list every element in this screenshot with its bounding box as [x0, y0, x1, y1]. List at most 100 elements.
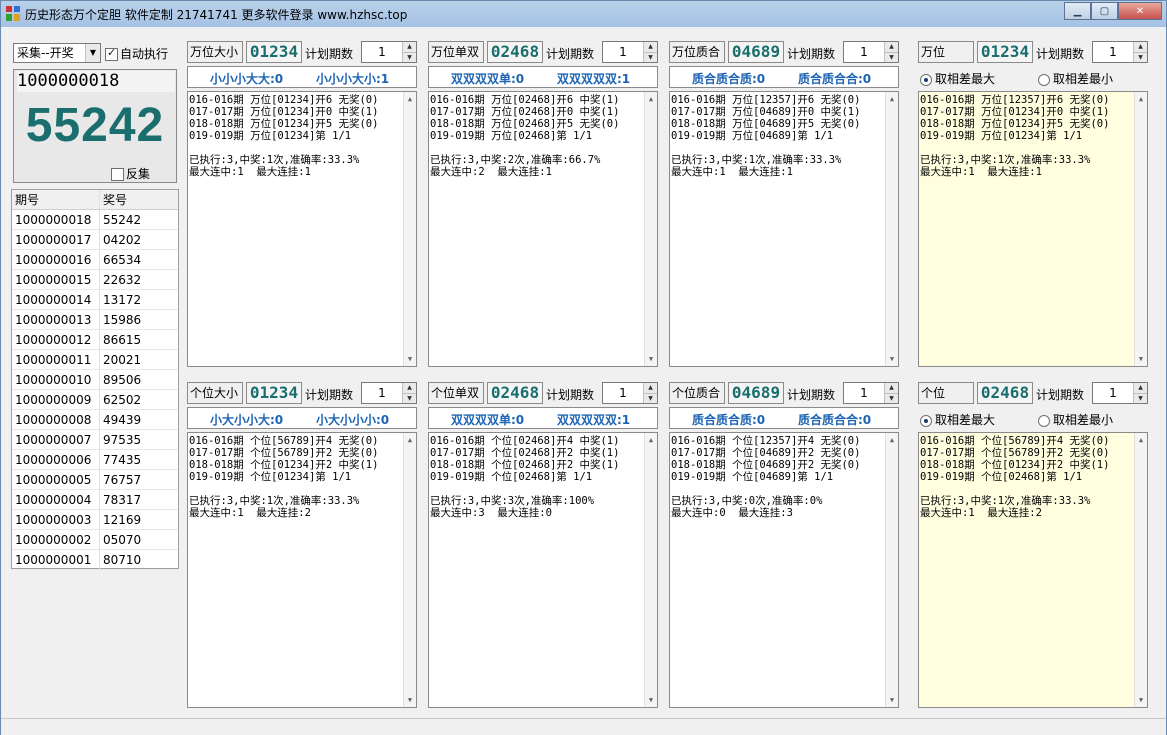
plan-spinner-value[interactable]: 1 — [362, 42, 402, 62]
table-row[interactable]: 1000000003 12169 — [12, 510, 178, 530]
table-row[interactable]: 1000000012 86615 — [12, 330, 178, 350]
spin-up-icon[interactable]: ▲ — [643, 383, 657, 393]
scroll-up-icon[interactable]: ▲ — [1135, 92, 1147, 106]
history-table[interactable]: 期号 奖号 1000000018 55242 1000000017 04202 1000… — [11, 189, 179, 570]
scrollbar[interactable]: ▲ ▼ — [403, 92, 416, 366]
scroll-up-icon[interactable]: ▲ — [404, 92, 416, 106]
spin-down-icon[interactable]: ▼ — [402, 393, 416, 403]
table-row[interactable]: 1000000014 13172 — [12, 290, 178, 310]
result-log[interactable]: 016-016期 个位[12357]开4 无奖(0) 017-017期 个位[04… — [669, 432, 899, 708]
radio-min-diff[interactable]: 取相差最小 — [1038, 411, 1113, 428]
plan-spinner-value[interactable]: 1 — [603, 383, 643, 403]
plan-spinner[interactable]: 1 ▲ ▼ — [1092, 382, 1148, 404]
scroll-up-icon[interactable]: ▲ — [886, 433, 898, 447]
scroll-down-icon[interactable]: ▼ — [1135, 352, 1147, 366]
scrollbar[interactable]: ▲ ▼ — [1134, 433, 1147, 707]
reverse-checkbox[interactable]: 反集 — [111, 165, 150, 182]
table-row[interactable]: 1000000009 62502 — [12, 390, 178, 410]
scroll-up-icon[interactable]: ▲ — [404, 433, 416, 447]
plan-spinner-value[interactable]: 1 — [1093, 42, 1133, 62]
result-log[interactable]: 016-016期 万位[12357]开6 无奖(0) 017-017期 万位[01… — [918, 91, 1148, 367]
spin-down-icon[interactable]: ▼ — [1133, 52, 1147, 62]
scrollbar[interactable]: ▲ ▼ — [885, 433, 898, 707]
plan-spinner[interactable]: 1 ▲ ▼ — [843, 41, 899, 63]
scroll-up-icon[interactable]: ▲ — [886, 92, 898, 106]
radio-icon[interactable] — [1038, 73, 1050, 86]
radio-icon[interactable] — [920, 73, 932, 86]
radio-icon[interactable] — [1038, 414, 1050, 427]
table-row[interactable]: 1000000001 80710 — [12, 550, 178, 570]
close-button[interactable]: ✕ — [1118, 2, 1162, 20]
plan-spinner-value[interactable]: 1 — [362, 383, 402, 403]
maximize-button[interactable]: ▢ — [1091, 2, 1118, 20]
spin-down-icon[interactable]: ▼ — [643, 393, 657, 403]
radio-icon[interactable] — [920, 414, 932, 427]
chevron-down-icon[interactable]: ▼ — [85, 44, 100, 62]
scrollbar[interactable]: ▲ ▼ — [644, 92, 657, 366]
radio-max-diff[interactable]: 取相差最大 — [920, 411, 995, 428]
scroll-down-icon[interactable]: ▼ — [645, 693, 657, 707]
plan-spinner[interactable]: 1 ▲ ▼ — [602, 382, 658, 404]
scroll-down-icon[interactable]: ▼ — [886, 352, 898, 366]
table-row[interactable]: 1000000005 76757 — [12, 470, 178, 490]
plan-spinner-value[interactable]: 1 — [603, 42, 643, 62]
scroll-down-icon[interactable]: ▼ — [404, 693, 416, 707]
plan-spinner-value[interactable]: 1 — [844, 42, 884, 62]
scroll-down-icon[interactable]: ▼ — [886, 693, 898, 707]
plan-spinner[interactable]: 1 ▲ ▼ — [361, 382, 417, 404]
spin-up-icon[interactable]: ▲ — [1133, 383, 1147, 393]
table-row[interactable]: 1000000017 04202 — [12, 230, 178, 250]
spin-down-icon[interactable]: ▼ — [884, 52, 898, 62]
spin-down-icon[interactable]: ▼ — [643, 52, 657, 62]
spin-up-icon[interactable]: ▲ — [884, 383, 898, 393]
scroll-down-icon[interactable]: ▼ — [1135, 693, 1147, 707]
result-log[interactable]: 016-016期 万位[01234]开6 无奖(0) 017-017期 万位[01… — [187, 91, 417, 367]
scrollbar[interactable]: ▲ ▼ — [403, 433, 416, 707]
checkbox-icon[interactable] — [111, 168, 124, 181]
spin-up-icon[interactable]: ▲ — [1133, 42, 1147, 52]
minimize-button[interactable]: ▁ — [1064, 2, 1091, 20]
spin-up-icon[interactable]: ▲ — [884, 42, 898, 52]
radio-max-diff[interactable]: 取相差最大 — [920, 70, 995, 87]
auto-exec-checkbox[interactable]: 自动执行 — [105, 45, 168, 62]
table-row[interactable]: 1000000002 05070 — [12, 530, 178, 550]
plan-spinner[interactable]: 1 ▲ ▼ — [1092, 41, 1148, 63]
result-log[interactable]: 016-016期 万位[02468]开6 中奖(1) 017-017期 万位[02… — [428, 91, 658, 367]
plan-spinner[interactable]: 1 ▲ ▼ — [843, 382, 899, 404]
checkbox-icon[interactable] — [105, 46, 118, 61]
scroll-up-icon[interactable]: ▲ — [1135, 433, 1147, 447]
column-header-number[interactable]: 奖号 — [100, 190, 160, 209]
table-row[interactable]: 1000000006 77435 — [12, 450, 178, 470]
scroll-up-icon[interactable]: ▲ — [645, 92, 657, 106]
result-log[interactable]: 016-016期 个位[56789]开4 无奖(0) 017-017期 个位[56… — [918, 432, 1148, 708]
table-row[interactable]: 1000000016 66534 — [12, 250, 178, 270]
plan-spinner[interactable]: 1 ▲ ▼ — [602, 41, 658, 63]
table-row[interactable]: 1000000004 78317 — [12, 490, 178, 510]
spin-up-icon[interactable]: ▲ — [402, 383, 416, 393]
plan-spinner-value[interactable]: 1 — [844, 383, 884, 403]
title-bar[interactable]: 历史形态万个定胆 软件定制 21741741 更多软件登录 www.hzhsc.… — [1, 1, 1166, 27]
table-row[interactable]: 1000000008 49439 — [12, 410, 178, 430]
column-header-issue[interactable]: 期号 — [12, 190, 100, 209]
spin-up-icon[interactable]: ▲ — [643, 42, 657, 52]
table-row[interactable]: 1000000007 97535 — [12, 430, 178, 450]
table-row[interactable]: 1000000010 89506 — [12, 370, 178, 390]
table-row[interactable]: 1000000013 15986 — [12, 310, 178, 330]
scrollbar[interactable]: ▲ ▼ — [1134, 92, 1147, 366]
result-log[interactable]: 016-016期 个位[56789]开4 无奖(0) 017-017期 个位[56… — [187, 432, 417, 708]
result-log[interactable]: 016-016期 个位[02468]开4 中奖(1) 017-017期 个位[02… — [428, 432, 658, 708]
radio-min-diff[interactable]: 取相差最小 — [1038, 70, 1113, 87]
scrollbar[interactable]: ▲ ▼ — [885, 92, 898, 366]
plan-spinner-value[interactable]: 1 — [1093, 383, 1133, 403]
scroll-down-icon[interactable]: ▼ — [404, 352, 416, 366]
spin-up-icon[interactable]: ▲ — [402, 42, 416, 52]
scroll-up-icon[interactable]: ▲ — [645, 433, 657, 447]
spin-down-icon[interactable]: ▼ — [402, 52, 416, 62]
source-combo[interactable]: 采集--开奖 ▼ — [13, 43, 101, 63]
result-log[interactable]: 016-016期 万位[12357]开6 无奖(0) 017-017期 万位[04… — [669, 91, 899, 367]
spin-down-icon[interactable]: ▼ — [1133, 393, 1147, 403]
spin-down-icon[interactable]: ▼ — [884, 393, 898, 403]
table-row[interactable]: 1000000018 55242 — [12, 210, 178, 230]
scroll-down-icon[interactable]: ▼ — [645, 352, 657, 366]
scrollbar[interactable]: ▲ ▼ — [644, 433, 657, 707]
